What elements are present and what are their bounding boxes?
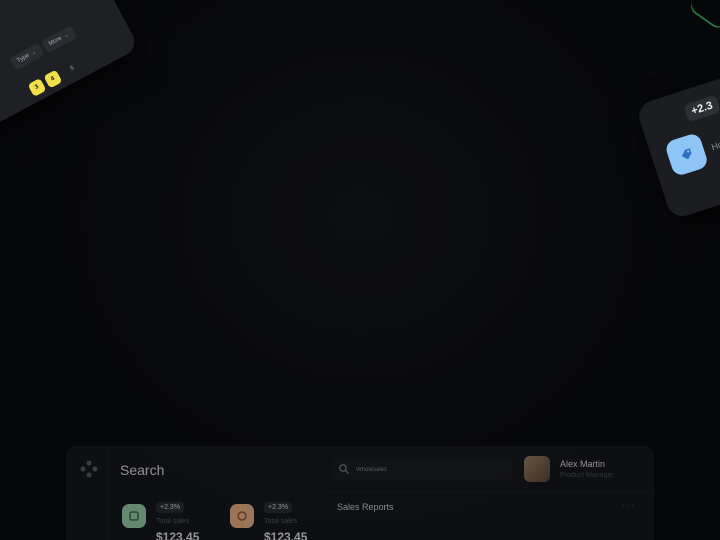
stat-card-orders: +2.3% Total sales $123.45 [230, 500, 330, 540]
stat-caption: Total sales [264, 518, 298, 525]
stat-amount: $123.45 [264, 530, 308, 540]
more-filter-chip[interactable]: More⌄ [40, 25, 78, 54]
more-filter-label: More [47, 35, 63, 48]
user-role: Product Manager [560, 472, 614, 479]
change-badge: +2.3% [156, 502, 185, 513]
more-options-button[interactable]: ··· [622, 500, 635, 511]
page-title: Search [120, 462, 165, 478]
search-input[interactable] [354, 461, 508, 479]
canvas: Type⌄ More⌄ 3 4 5 +2.3 Ho Search +2.3% T… [0, 0, 720, 540]
type-filter-chip[interactable]: Type⌄ [9, 42, 45, 71]
panel-divider [328, 492, 654, 493]
page-button-5[interactable]: 5 [63, 59, 82, 78]
cart-icon [122, 504, 146, 528]
avatar[interactable] [524, 456, 550, 482]
stat-label: Ho [710, 139, 720, 153]
chevron-down-icon: ⌄ [30, 49, 38, 57]
page-button-3[interactable]: 3 [27, 78, 47, 97]
stat-card: +2.3 Ho [635, 59, 720, 221]
change-badge: +2.3 [683, 94, 720, 123]
search-icon [339, 464, 349, 474]
sidebar-divider [108, 446, 109, 540]
stat-amount: $123.45 [156, 530, 200, 540]
chevron-down-icon: ⌄ [62, 31, 70, 40]
stat-caption: Total sales [156, 518, 190, 525]
change-badge: +2.3% [264, 502, 293, 513]
type-filter-label: Type [16, 52, 31, 65]
decorative-ring [687, 0, 720, 32]
dashboard-window: Search +2.3% Total sales $123.45 +2.3% T… [66, 446, 654, 540]
filter-card: Type⌄ More⌄ 3 4 5 [0, 0, 140, 133]
tag-icon [663, 131, 710, 178]
user-name: Alex Martin [560, 459, 606, 469]
sales-reports-title: Sales Reports [337, 502, 394, 512]
stat-card-sales: +2.3% Total sales $123.45 [122, 500, 222, 540]
page-button-4[interactable]: 4 [43, 69, 63, 89]
search-bar[interactable] [332, 458, 512, 480]
logo-icon [80, 460, 98, 478]
box-icon [230, 504, 254, 528]
